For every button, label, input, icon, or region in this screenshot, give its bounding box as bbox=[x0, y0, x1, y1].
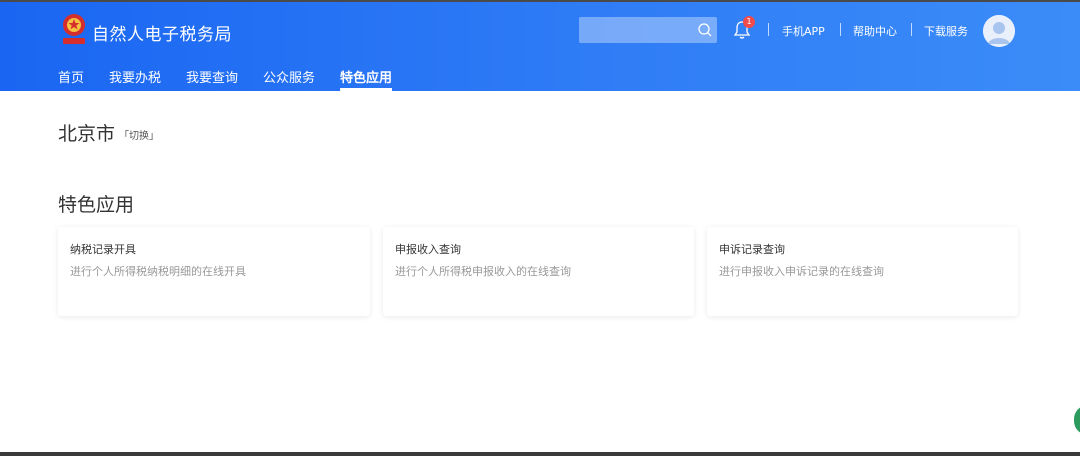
nav-featured-apps[interactable]: 特色应用 bbox=[340, 67, 392, 86]
avatar-icon bbox=[983, 15, 1015, 47]
nav-public-service[interactable]: 公众服务 bbox=[263, 67, 315, 86]
header-divider bbox=[840, 23, 841, 36]
search-input[interactable] bbox=[579, 17, 717, 43]
card-description: 进行个人所得税纳税明细的在线开具 bbox=[70, 265, 246, 278]
floating-assistant-button[interactable] bbox=[1074, 405, 1080, 435]
card-title: 申诉记录查询 bbox=[719, 243, 785, 256]
card-appeal-query[interactable]: 申诉记录查询 进行申报收入申诉记录的在线查询 bbox=[707, 227, 1018, 316]
mobile-app-link[interactable]: 手机APP bbox=[782, 23, 825, 39]
page: 自然人电子税务局 1 手机APP 帮助中心 下载服务 首页 我要办税 我要查询 … bbox=[0, 0, 1080, 456]
download-service-link[interactable]: 下载服务 bbox=[924, 23, 968, 39]
section-title: 特色应用 bbox=[58, 194, 135, 216]
notification-badge: 1 bbox=[743, 16, 755, 28]
site-title[interactable]: 自然人电子税务局 bbox=[92, 20, 232, 45]
card-title: 申报收入查询 bbox=[395, 243, 461, 256]
nav-home[interactable]: 首页 bbox=[58, 67, 84, 86]
emblem-logo bbox=[63, 14, 85, 44]
header-divider bbox=[911, 23, 912, 36]
card-tax-record[interactable]: 纳税记录开具 进行个人所得税纳税明细的在线开具 bbox=[58, 227, 370, 316]
card-description: 进行个人所得税申报收入的在线查询 bbox=[395, 265, 571, 278]
top-header: 自然人电子税务局 1 手机APP 帮助中心 下载服务 首页 我要办税 我要查询 … bbox=[0, 0, 1080, 91]
card-income-query[interactable]: 申报收入查询 进行个人所得税申报收入的在线查询 bbox=[383, 227, 694, 316]
help-center-link[interactable]: 帮助中心 bbox=[853, 23, 897, 39]
nav-handle-tax[interactable]: 我要办税 bbox=[109, 67, 161, 86]
nav-query[interactable]: 我要查询 bbox=[186, 67, 238, 86]
card-description: 进行申报收入申诉记录的在线查询 bbox=[719, 265, 884, 278]
current-city: 北京市 bbox=[58, 123, 116, 145]
search-icon[interactable] bbox=[697, 22, 713, 38]
card-title: 纳税记录开具 bbox=[70, 243, 136, 256]
header-divider bbox=[768, 23, 769, 36]
bottom-edge-bar bbox=[0, 452, 1080, 456]
switch-city-link[interactable]: 「切换」 bbox=[119, 127, 159, 142]
nav-active-indicator bbox=[340, 88, 392, 91]
avatar[interactable] bbox=[983, 15, 1015, 47]
